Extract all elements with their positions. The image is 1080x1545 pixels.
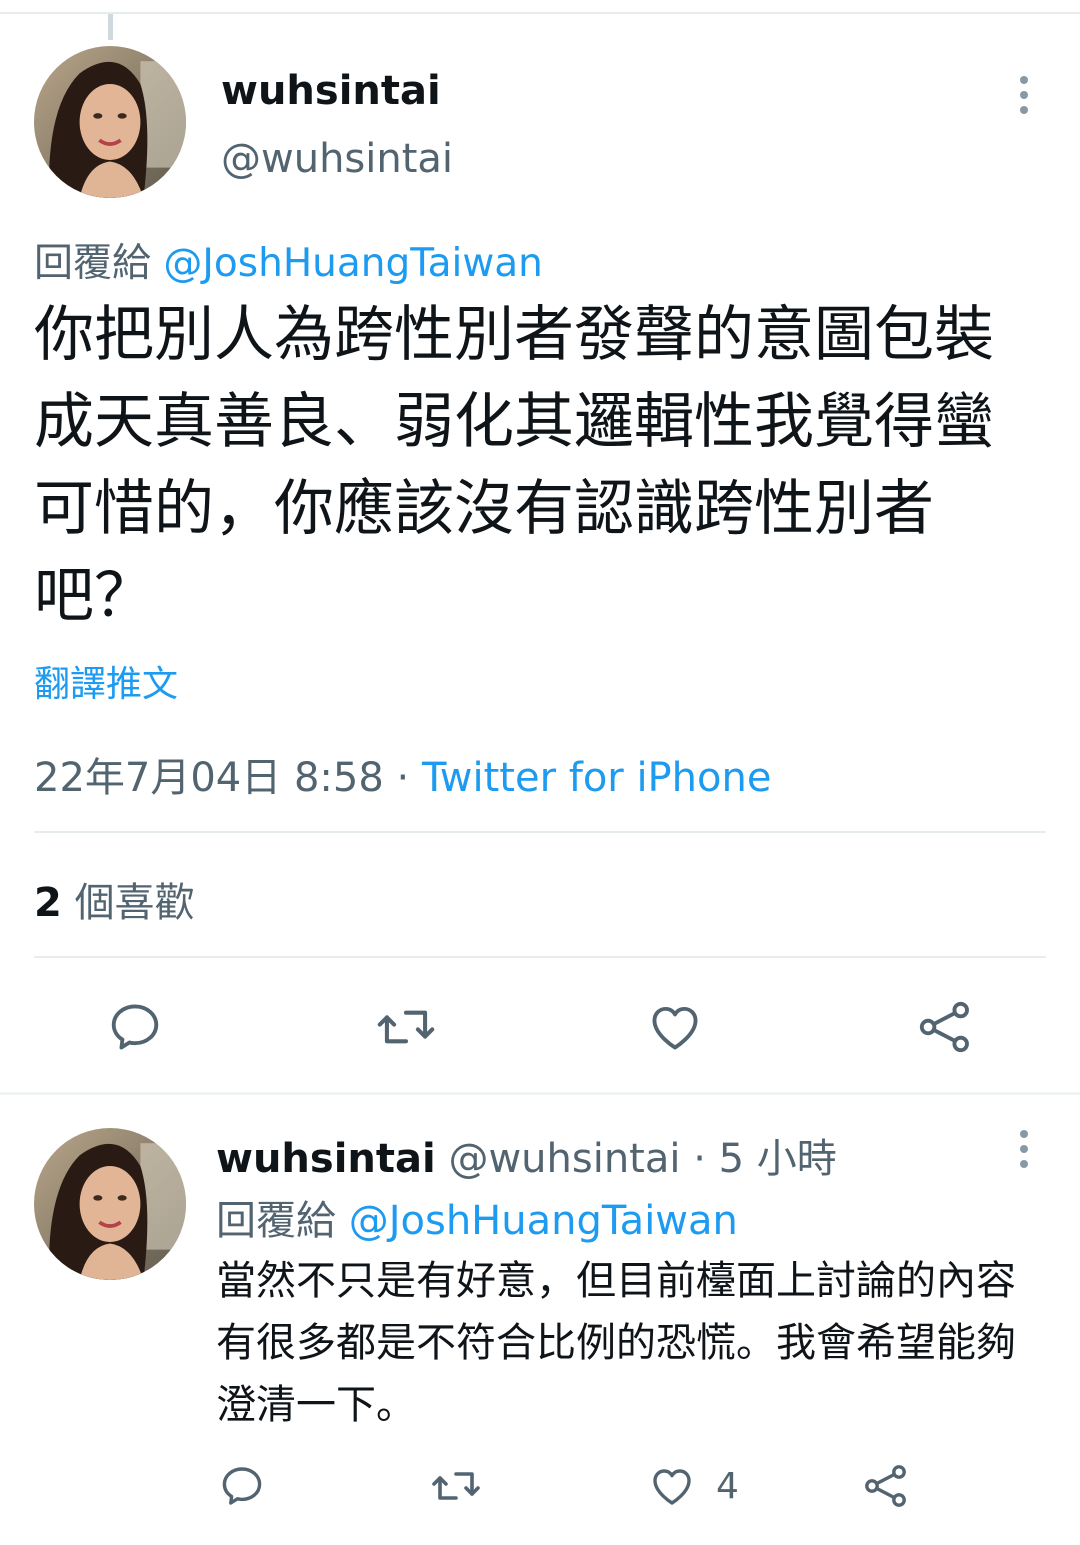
user-handle[interactable]: @wuhsintai: [221, 136, 453, 182]
like-button[interactable]: [646, 998, 704, 1056]
tweet-text: 你把別人為跨性別者發聲的意圖包裝成天真善良、弱化其邏輯性我覺得蠻可惜的，你應該沒…: [34, 300, 994, 631]
meta-separator: ·: [396, 755, 410, 801]
reply-tweet-text: 當然不只是有好意，但目前檯面上討論的內容有很多都是不符合比例的恐慌。我會希望能夠…: [216, 1258, 1016, 1428]
like-button[interactable]: 4: [648, 1462, 739, 1510]
reply-icon: [222, 1467, 262, 1505]
share-button[interactable]: [862, 1462, 910, 1510]
reply-header: wuhsintai @wuhsintai · 5 小時: [216, 1126, 837, 1184]
share-icon: [919, 1001, 969, 1053]
share-icon: [865, 1465, 906, 1507]
retweet-button[interactable]: [375, 998, 437, 1056]
retweet-icon: [377, 1010, 435, 1044]
translate-tweet-link[interactable]: 翻譯推文: [34, 655, 178, 707]
likes-count: 2: [34, 880, 62, 926]
divider: [34, 831, 1046, 833]
reply-mention-link[interactable]: @JoshHuangTaiwan: [163, 241, 542, 286]
more-vertical-icon[interactable]: [1014, 76, 1034, 114]
tweet-separator: [0, 1092, 1080, 1095]
likes-label: 個喜歡: [74, 880, 195, 926]
reply-mention-link[interactable]: @JoshHuangTaiwan: [349, 1198, 738, 1244]
reply-button[interactable]: [106, 998, 164, 1056]
reply-icon: [111, 1004, 159, 1050]
retweet-icon: [432, 1472, 480, 1500]
reply-to-prefix: 回覆給: [34, 241, 152, 286]
tweet-timestamp[interactable]: 22年7月04日 8:58: [34, 755, 384, 801]
like-count: 4: [716, 1465, 739, 1507]
header-separator: ·: [693, 1136, 706, 1182]
avatar[interactable]: [34, 1128, 186, 1280]
reply-to-line: 回覆給 @JoshHuangTaiwan: [216, 1188, 738, 1246]
share-button[interactable]: [916, 998, 974, 1056]
reply-time[interactable]: 5 小時: [719, 1136, 837, 1182]
reply-to-line: 回覆給 @JoshHuangTaiwan: [34, 232, 543, 288]
more-vertical-icon[interactable]: [1014, 1130, 1034, 1168]
top-divider: [0, 12, 1080, 14]
tweet-metadata: 22年7月04日 8:58 · Twitter for iPhone: [34, 745, 771, 803]
thread-connector-line: [108, 14, 113, 40]
avatar-image: [34, 1128, 186, 1280]
reply-to-prefix: 回覆給: [216, 1198, 336, 1244]
reply-display-name[interactable]: wuhsintai: [216, 1136, 436, 1182]
heart-icon: [652, 1006, 698, 1050]
retweet-button[interactable]: [430, 1462, 482, 1510]
tweet-source-link[interactable]: Twitter for iPhone: [422, 755, 772, 801]
likes-summary[interactable]: 2 個喜歡: [34, 870, 195, 928]
avatar[interactable]: [34, 46, 186, 198]
reply-handle[interactable]: @wuhsintai: [448, 1136, 680, 1182]
divider: [34, 956, 1046, 958]
avatar-image: [34, 46, 186, 198]
reply-button[interactable]: [218, 1462, 266, 1510]
display-name[interactable]: wuhsintai: [221, 68, 441, 114]
heart-icon: [653, 1469, 691, 1505]
